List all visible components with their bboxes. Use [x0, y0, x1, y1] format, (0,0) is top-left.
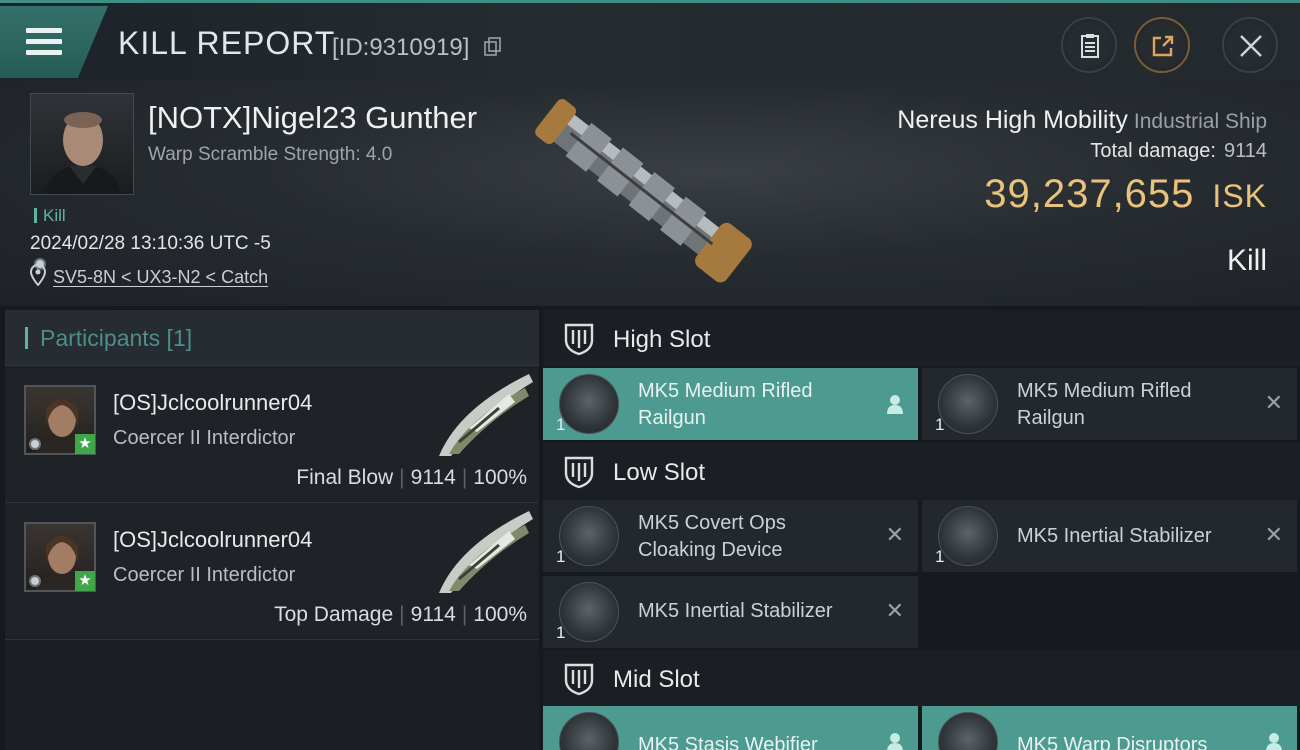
participant-ship-icon	[439, 374, 533, 456]
share-button[interactable]	[1134, 17, 1190, 73]
kill-timestamp: 2024/02/28 13:10:36 UTC -5	[30, 233, 271, 254]
ship-name[interactable]: Nereus High Mobility	[897, 106, 1128, 134]
participant-stats: Final Blow | 9114 | 100%	[296, 466, 527, 489]
high-slot-header: High Slot	[543, 310, 1300, 367]
participant-ship: Coercer II Interdictor	[113, 564, 296, 586]
participant-ship: Coercer II Interdictor	[113, 427, 296, 449]
isk-amount: 39,237,655	[984, 172, 1195, 216]
share-icon	[1152, 35, 1174, 57]
module-qty: 1	[556, 547, 566, 566]
module-qty: 1	[556, 623, 566, 642]
mid-slot-header: Mid Slot	[543, 650, 1300, 707]
module-mid-2[interactable]: 1 MK5 Warp Disruptors	[922, 706, 1297, 750]
participant-damage: 9114	[410, 603, 456, 626]
high-slot-label: High Slot	[613, 326, 711, 353]
ship-type: Industrial Ship	[1133, 110, 1267, 133]
module-qty: 1	[556, 415, 566, 434]
low-slot-label: Low Slot	[613, 459, 706, 486]
destroyed-x-icon	[1265, 524, 1283, 546]
stasis-webifier-icon	[559, 712, 619, 750]
location-link[interactable]: SV5-8N < UX3-N2 < Catch	[53, 267, 268, 288]
page-title: KILL REPORT	[118, 25, 336, 61]
total-damage-label: Total damage:	[1090, 140, 1216, 162]
module-low-2[interactable]: 1 MK5 Inertial Stabilizer	[922, 500, 1297, 572]
isk-unit: ISK	[1212, 178, 1267, 214]
victim-portrait[interactable]	[30, 93, 134, 195]
destroyed-x-icon	[886, 600, 904, 622]
clipboard-icon	[1081, 34, 1099, 58]
participant-row[interactable]: ★ [OS]Jclcoolrunner04 Coercer II Interdi…	[5, 503, 539, 640]
corp-icon	[29, 438, 41, 450]
module-name: MK5 Inertial Stabilizer	[638, 600, 833, 622]
participant-role: Final Blow	[296, 466, 394, 489]
railgun-icon	[938, 374, 998, 434]
victim-ship-render	[535, 99, 752, 283]
report-id: [ID:9310919]	[332, 34, 470, 61]
participant-role: Top Damage	[274, 603, 394, 626]
menu-icon	[26, 28, 62, 61]
clipboard-button[interactable]	[1061, 17, 1117, 73]
module-name: MK5 Warp Disruptors	[1017, 734, 1208, 750]
isk-value: 39,237,655 ISK	[984, 172, 1267, 217]
star-icon: ★	[75, 434, 95, 454]
menu-button[interactable]	[0, 6, 108, 78]
destroyed-x-icon	[1265, 392, 1283, 414]
shield-slot-icon	[564, 663, 594, 696]
star-icon: ★	[75, 571, 95, 591]
location-pin-icon	[30, 264, 46, 286]
pilot-icon	[887, 395, 903, 414]
shield-slot-icon	[564, 323, 594, 356]
kill-tag: Kill	[34, 206, 66, 226]
cloaking-device-icon	[559, 506, 619, 566]
participant-percent: 100%	[473, 466, 527, 489]
inertial-stabilizer-icon	[559, 582, 619, 642]
railgun-icon	[559, 374, 619, 434]
participant-ship-icon	[439, 511, 533, 593]
close-icon	[1240, 35, 1262, 57]
victim-ship-class: Nereus High Mobility Industrial Ship	[897, 106, 1267, 135]
module-low-3[interactable]: 1 MK5 Inertial Stabilizer	[543, 576, 918, 648]
victim-name[interactable]: [NOTX]Nigel23 Gunther	[148, 100, 477, 136]
module-mid-1[interactable]: 1 MK5 Stasis Webifier	[543, 706, 918, 750]
total-damage: Total damage: 9114	[1090, 140, 1267, 163]
module-name: MK5 Covert Ops Cloaking Device	[638, 512, 786, 561]
participant-stats: Top Damage | 9114 | 100%	[274, 603, 527, 626]
participant-row[interactable]: ★ [OS]Jclcoolrunner04 Coercer II Interdi…	[5, 366, 539, 503]
warp-scramble-strength: Warp Scramble Strength: 4.0	[148, 144, 393, 165]
total-damage-value: 9114	[1223, 140, 1267, 162]
mid-slot-label: Mid Slot	[613, 666, 700, 693]
destroyed-x-icon	[886, 524, 904, 546]
warp-disruptor-icon	[938, 712, 998, 750]
module-qty: 1	[935, 415, 945, 434]
low-slot-header: Low Slot	[543, 443, 1300, 500]
fitting-panel: High Slot 1 MK5 Medium Rifled Railgun 1 …	[543, 310, 1300, 750]
close-button[interactable]	[1222, 17, 1278, 73]
module-low-1[interactable]: 1 MK5 Covert Ops Cloaking Device	[543, 500, 918, 572]
top-bar: KILL REPORT [ID:9310919]	[0, 0, 1300, 80]
module-name: MK5 Medium Rifled Railgun	[1017, 380, 1192, 429]
shield-slot-icon	[564, 456, 594, 489]
module-qty: 1	[935, 547, 945, 566]
participant-name[interactable]: [OS]Jclcoolrunner04	[113, 527, 312, 553]
participants-header[interactable]: Participants [1]	[5, 310, 539, 366]
inertial-stabilizer-icon	[938, 506, 998, 566]
pilot-icon	[1266, 733, 1282, 750]
module-name: MK5 Medium Rifled Railgun	[638, 380, 813, 429]
copy-icon[interactable]	[484, 37, 502, 57]
pilot-icon	[887, 733, 903, 750]
participant-damage: 9114	[410, 466, 456, 489]
module-name: MK5 Stasis Webifier	[638, 734, 818, 750]
corp-icon	[29, 575, 41, 587]
participant-name[interactable]: [OS]Jclcoolrunner04	[113, 390, 312, 416]
victim-panel: [NOTX]Nigel23 Gunther Warp Scramble Stre…	[0, 80, 1300, 306]
result-label: Kill	[1226, 244, 1267, 277]
module-high-2[interactable]: 1 MK5 Medium Rifled Railgun	[922, 368, 1297, 440]
module-name: MK5 Inertial Stabilizer	[1017, 525, 1212, 547]
participant-percent: 100%	[473, 603, 527, 626]
module-high-1[interactable]: 1 MK5 Medium Rifled Railgun	[543, 368, 918, 440]
participants-panel: Participants [1] ★ [OS]Jclcoolrunner04 C…	[5, 310, 539, 750]
